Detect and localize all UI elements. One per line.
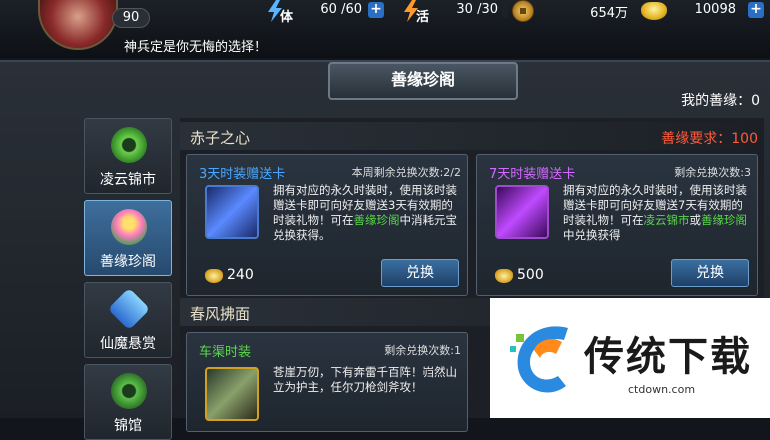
brand-url: ctdown.com — [628, 383, 696, 396]
card-item-icon[interactable] — [495, 185, 549, 239]
gold-add-button[interactable]: + — [748, 2, 764, 18]
lotus-icon — [111, 209, 147, 245]
jade-coin-icon — [111, 127, 147, 163]
remaining-count: 剩余兑换次数:3 — [674, 166, 751, 179]
card-item-icon[interactable] — [205, 185, 259, 239]
top-bar: 90 体 60 /60 + 活 30 /30 654万 10098 + 神兵定是… — [0, 0, 770, 58]
section-title: 赤子之心 — [190, 129, 251, 147]
item-name: 3天时装赠送卡 — [199, 167, 286, 182]
item-name: 7天时装赠送卡 — [489, 167, 576, 182]
item-card: 7天时装赠送卡 剩余兑换次数:3 拥有对应的永久时装时，使用该时装赠送卡即可向好… — [476, 154, 758, 296]
marquee-text: 神兵定是你无悔的选择！ — [124, 40, 268, 55]
gold-ingot-icon — [205, 269, 223, 283]
exchange-button[interactable]: 兑换 — [381, 259, 459, 287]
stamina-stat: 体 60 /60 — [270, 0, 362, 25]
gem-icon — [107, 287, 151, 331]
desc-link: 善缘珍阁 — [353, 213, 400, 227]
brand-name: 传统下载 — [584, 334, 752, 380]
vitality-value: 30 /30 — [456, 2, 498, 17]
sidebar: 凌云锦市 善缘珍阁 仙魔悬赏 锦馆 — [82, 118, 174, 440]
gold-ingot-icon — [641, 2, 667, 20]
item-price: 240 — [227, 267, 254, 283]
gold-value: 10098 — [694, 2, 736, 17]
remaining-count: 剩余兑换次数:1 — [384, 344, 461, 357]
stamina-add-button[interactable]: + — [368, 2, 384, 18]
remaining-count: 本周剩余兑换次数:2/2 — [351, 166, 461, 179]
item-card: 车渠时装 剩余兑换次数:1 苍崖万仞，下有奔雷千百阵！岿然山立为护主，任尔刀枪剑… — [186, 332, 468, 432]
sidebar-item-label: 锦馆 — [114, 418, 142, 434]
stamina-value: 60 /60 — [320, 2, 362, 17]
desc-link: 凌云锦市 — [643, 213, 690, 227]
brand-logo-icon — [510, 326, 568, 393]
sidebar-item-label: 善缘珍阁 — [100, 254, 156, 270]
vitality-stat: 活 30 /30 — [406, 0, 498, 25]
desc-text: 或 — [689, 213, 702, 227]
desc-text: 中兑换获得 — [563, 228, 621, 242]
vitality-divider — [502, 2, 508, 18]
sidebar-item-bounty[interactable]: 仙魔悬赏 — [84, 282, 172, 358]
stamina-label: 体 — [280, 10, 294, 25]
watermark: 传统下载 ctdown.com — [490, 298, 770, 418]
item-price: 500 — [517, 267, 544, 283]
my-karma: 我的善缘：0 — [681, 93, 760, 109]
sidebar-item-karma-pavilion[interactable]: 善缘珍阁 — [84, 200, 172, 276]
sidebar-item-brocade[interactable]: 锦馆 — [84, 364, 172, 440]
item-description: 苍崖万仞，下有奔雷千百阵！岿然山立为护主，任尔刀枪剑斧攻！ — [273, 365, 457, 394]
exchange-button[interactable]: 兑换 — [671, 259, 749, 287]
section-header: 赤子之心 善缘要求：100 — [180, 122, 764, 150]
item-card: 3天时装赠送卡 本周剩余兑换次数:2/2 拥有对应的永久时装时，使用该时装赠送卡… — [186, 154, 468, 296]
desc-link: 善缘珍阁 — [701, 213, 747, 227]
copper-value: 654万 — [590, 6, 628, 21]
item-name: 车渠时装 — [199, 345, 252, 360]
player-level-badge: 90 — [112, 8, 150, 28]
vitality-label: 活 — [416, 10, 430, 25]
sidebar-item-label: 凌云锦市 — [100, 172, 156, 188]
copper-coin-icon — [512, 0, 534, 22]
karma-requirement: 善缘要求：100 — [661, 131, 758, 147]
coin-icon — [111, 373, 147, 409]
item-description: 拥有对应的永久时装时，使用该时装赠送卡即可向好友赠送3天有效期的时装礼物！可在善… — [273, 183, 461, 243]
sidebar-item-lingyun-market[interactable]: 凌云锦市 — [84, 118, 172, 194]
player-avatar[interactable] — [38, 0, 118, 50]
gold-ingot-icon — [495, 269, 513, 283]
costume-item-icon[interactable] — [205, 367, 259, 421]
sidebar-item-label: 仙魔悬赏 — [100, 336, 156, 352]
copper-stat: 654万 — [540, 0, 628, 22]
item-description: 拥有对应的永久时装时，使用该时装赠送卡即可向好友赠送7天有效期的时装礼物！可在凌… — [563, 183, 751, 243]
section-title: 春风拂面 — [190, 305, 251, 323]
panel-title: 善缘珍阁 — [328, 62, 518, 100]
